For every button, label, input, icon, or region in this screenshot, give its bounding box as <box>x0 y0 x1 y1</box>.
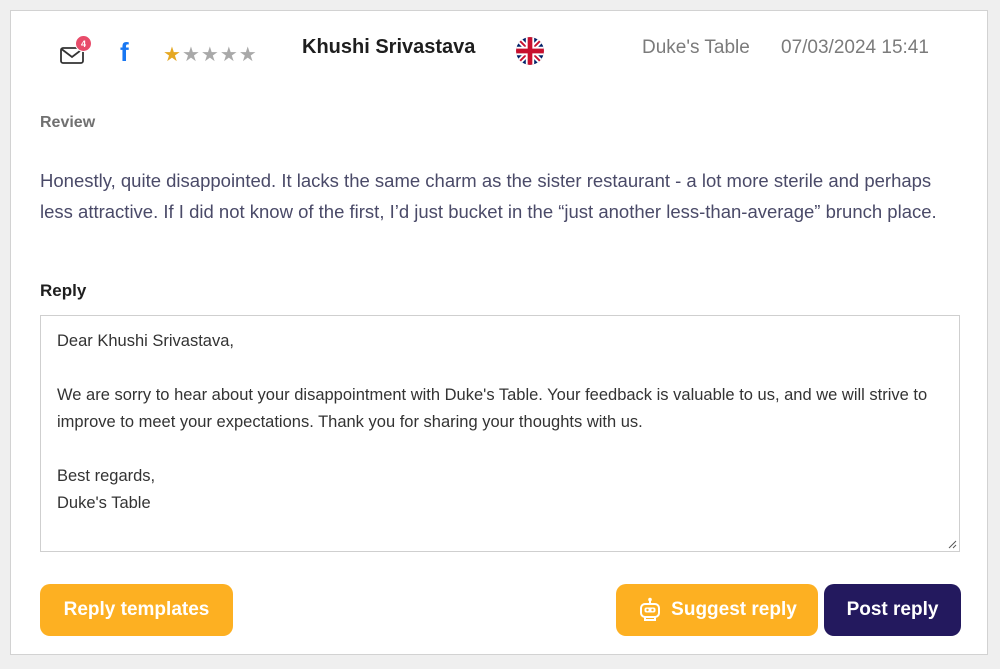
reply-textarea[interactable]: Dear Khushi Srivastava, We are sorry to … <box>40 315 960 552</box>
review-label: Review <box>40 114 96 131</box>
star-filled-icon: ★ <box>163 44 181 66</box>
post-reply-label: Post reply <box>846 599 939 620</box>
robot-icon <box>640 597 661 621</box>
review-text: Honestly, quite disappointed. It lacks t… <box>40 170 937 222</box>
resize-handle-icon[interactable] <box>947 539 957 549</box>
review-header: 4 f ★ ★ ★ ★ ★ Khushi Srivastava Duke's T… <box>11 11 987 91</box>
star-rating: ★ ★ ★ ★ ★ <box>163 45 257 65</box>
review-datetime: 07/03/2024 15:41 <box>781 37 929 58</box>
reply-label: Reply <box>40 281 87 300</box>
suggest-reply-button[interactable]: Suggest reply <box>616 584 818 636</box>
post-reply-button[interactable]: Post reply <box>824 584 961 636</box>
suggest-reply-label: Suggest reply <box>671 599 797 620</box>
uk-flag-icon <box>516 37 544 65</box>
star-empty-icon: ★ <box>200 44 219 66</box>
review-card: 4 f ★ ★ ★ ★ ★ Khushi Srivastava Duke's T… <box>10 10 988 655</box>
star-empty-icon: ★ <box>238 44 257 66</box>
reviewer-name: Khushi Srivastava <box>302 36 476 58</box>
reply-text: Dear Khushi Srivastava, We are sorry to … <box>57 332 928 512</box>
facebook-icon: f <box>120 37 129 67</box>
reply-templates-button[interactable]: Reply templates <box>40 584 233 636</box>
location-name: Duke's Table <box>642 37 750 58</box>
star-empty-icon: ★ <box>219 44 238 66</box>
star-empty-icon: ★ <box>181 44 200 66</box>
reply-templates-label: Reply templates <box>63 599 210 620</box>
notification-badge: 4 <box>75 35 92 52</box>
